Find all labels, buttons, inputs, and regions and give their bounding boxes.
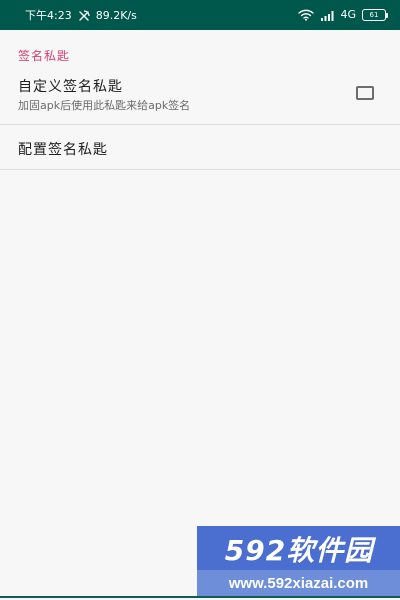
divider [0, 169, 400, 170]
status-time: 下午4:23 [25, 9, 72, 22]
section-title: 签名私匙 [18, 49, 71, 63]
watermark: 592软件园 www.592xiazai.com [197, 526, 400, 596]
custom-signature-row[interactable]: 自定义签名私匙 加固apk后使用此私匙来给apk签名 [0, 72, 400, 122]
watermark-url: www.592xiazai.com [228, 574, 369, 592]
settings-screen: 签名私匙 自定义签名私匙 加固apk后使用此私匙来给apk签名 配置签名私匙 [0, 30, 400, 600]
network-type: 4G [340, 8, 356, 21]
network-speed: 89.2K/s [95, 9, 137, 22]
speed-icon [78, 10, 90, 22]
configure-signature-row[interactable]: 配置签名私匙 [0, 131, 400, 164]
configure-signature-title: 配置签名私匙 [18, 142, 108, 158]
battery-icon: 61 [362, 9, 388, 21]
bottom-line [0, 596, 400, 598]
battery-level: 61 [369, 10, 379, 19]
custom-signature-subtitle: 加固apk后使用此私匙来给apk签名 [18, 99, 191, 112]
status-right: 4G 61 [298, 7, 388, 23]
divider [0, 124, 400, 125]
wifi-icon [298, 9, 315, 21]
watermark-url-bar: www.592xiazai.com [197, 570, 400, 596]
signal-icon [320, 10, 334, 21]
custom-signature-checkbox[interactable] [356, 86, 374, 100]
watermark-brand: 592软件园 [224, 534, 374, 567]
status-bar: 下午4:23 89.2K/s 4G 61 [0, 0, 400, 30]
custom-signature-title: 自定义签名私匙 [18, 79, 123, 95]
status-left: 下午4:23 89.2K/s [25, 8, 137, 24]
